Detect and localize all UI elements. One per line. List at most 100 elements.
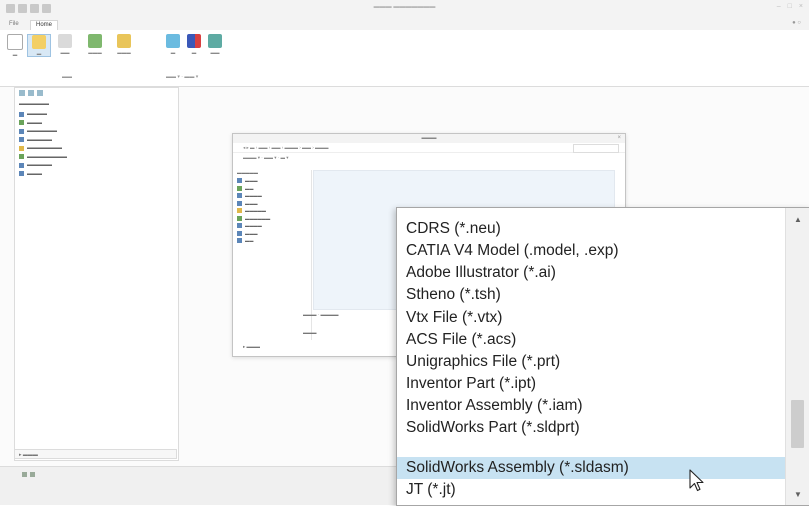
dropdown-scrollbar[interactable]: ▲ ▼ xyxy=(785,208,809,505)
folder-icon xyxy=(237,178,242,184)
file-type-dropdown-list[interactable]: CDRS (*.neu) CATIA V4 Model (.model, .ex… xyxy=(396,207,809,506)
open-folder-icon xyxy=(32,35,46,49)
navigator-panel: ▬▬▬▬▬▬ ▬▬▬▬ ▬▬▬ ▬▬▬▬▬▬ ▬▬▬▬▬ ▬▬▬▬▬▬▬ ▬▬▬… xyxy=(14,87,179,461)
file-type-option[interactable]: CDRS (*.neu) xyxy=(397,218,785,240)
ribbon-tab-bar: File Home ● ○ xyxy=(0,18,809,30)
close-icon[interactable]: × xyxy=(799,3,803,10)
file-type-option[interactable]: Adobe Illustrator (*.ai) xyxy=(397,262,785,284)
folder-icon xyxy=(19,171,24,177)
ribbon-button[interactable]: ▬▬▬ xyxy=(84,34,106,55)
folder-icon xyxy=(237,200,242,206)
file-type-option[interactable]: Vtx File (*.vtx) xyxy=(397,307,785,329)
folder-tree-toggle[interactable]: ▸ ▬▬▬ xyxy=(14,449,177,459)
file-type-option[interactable]: Stheno (*.tsh) xyxy=(397,284,785,306)
window-title: ▬▬▬ ▬▬▬▬▬▬▬ xyxy=(373,4,436,10)
folder-icon xyxy=(19,145,24,151)
erase-not-displayed-icon xyxy=(117,34,131,48)
navigator-tab-icon[interactable] xyxy=(28,90,34,96)
address-bar[interactable]: ◂ ▸ ▬ › ▬▬ › ▬▬ › ▬▬▬ › ▬▬ › ▬▬▬ xyxy=(233,143,625,153)
list-item[interactable]: ▬▬ xyxy=(237,237,311,245)
status-icon[interactable] xyxy=(30,472,35,477)
list-item[interactable]: ▬▬▬▬▬▬ xyxy=(237,215,311,223)
folder-icon xyxy=(19,162,24,168)
list-item[interactable]: ▬▬▬ xyxy=(237,230,311,238)
file-type-option[interactable]: Unigraphics File (*.prt) xyxy=(397,351,785,373)
navigator-tab-icon[interactable] xyxy=(19,90,25,96)
ribbon-button[interactable]: ▬▬ xyxy=(204,34,226,55)
navigator-title: ▬▬▬▬▬▬ xyxy=(19,101,49,107)
file-type-option[interactable]: JT (*.jt) xyxy=(397,479,785,501)
folder-tree-toggle[interactable]: ▸ ▬▬▬ xyxy=(243,344,260,350)
folder-icon xyxy=(237,185,242,191)
list-item[interactable]: ▬▬▬ xyxy=(19,170,67,179)
list-item[interactable]: ▬▬▬▬▬ xyxy=(19,161,67,170)
list-item[interactable]: ▬▬▬▬ xyxy=(237,222,311,230)
folder-icon xyxy=(237,215,242,221)
file-type-option[interactable]: Inventor Assembly (*.iam) xyxy=(397,395,785,417)
tab-home[interactable]: Home xyxy=(30,20,59,30)
model-display-icon xyxy=(166,34,180,48)
status-icon[interactable] xyxy=(22,472,27,477)
folder-icon xyxy=(237,208,242,214)
list-item[interactable]: ▬▬▬▬▬▬ xyxy=(19,127,67,136)
title-bar: ▬▬▬ ▬▬▬▬▬▬▬ – □ × xyxy=(0,0,809,19)
file-type-option[interactable]: SolidWorks Part (*.sldprt) xyxy=(397,417,785,439)
ribbon-button[interactable]: ▬▬▬ xyxy=(113,34,135,55)
folder-icon xyxy=(19,111,24,117)
dialog-navigation-pane: ▬▬▬▬▬ ▬▬▬ ▬▬ ▬▬▬▬ ▬▬▬ ▬▬▬▬▬ ▬▬▬▬▬▬ ▬▬▬▬ … xyxy=(237,170,312,340)
folder-icon xyxy=(19,120,24,126)
file-type-option[interactable]: CATIA V4 Model (.model, .exp) xyxy=(397,240,785,262)
play-trail-file-icon xyxy=(208,34,222,48)
window-controls: – □ × xyxy=(777,3,803,10)
list-item[interactable]: ▬▬▬▬ xyxy=(19,110,67,119)
file-type-option[interactable]: Inventor Part (*.ipt) xyxy=(397,373,785,395)
ribbon-button[interactable]: ▬ xyxy=(27,34,51,57)
ribbon-group-label: ▬▬ xyxy=(62,74,72,80)
file-type-options: CDRS (*.neu) CATIA V4 Model (.model, .ex… xyxy=(397,208,785,505)
list-item[interactable]: ▬▬▬ xyxy=(19,119,67,128)
ribbon-button[interactable]: ▬ xyxy=(4,34,26,57)
ribbon-group-label: ▬▬ ▾ · ▬▬ ▾ xyxy=(166,74,199,80)
tab-file[interactable]: File xyxy=(4,20,24,29)
system-colors-icon xyxy=(187,34,201,48)
select-directory-icon xyxy=(88,34,102,48)
maximize-icon[interactable]: □ xyxy=(788,3,792,10)
ribbon-button[interactable]: ▬▬ xyxy=(54,34,76,55)
file-name-field[interactable]: ▬▬▬ xyxy=(303,330,317,335)
file-name-label: ▬▬▬ · ▬▬▬▬ xyxy=(303,312,339,317)
file-type-option-selected[interactable]: SolidWorks Assembly (*.sldasm) xyxy=(397,457,785,479)
minimize-icon[interactable]: – xyxy=(777,3,781,10)
list-item[interactable]: ▬▬▬ xyxy=(237,200,311,208)
list-item[interactable]: ▬▬▬▬▬▬▬ xyxy=(19,144,67,153)
ribbon-panel: ▬ ▬ ▬▬ ▬▬▬ ▬▬▬ ▬ ▬ ▬▬ ▬▬ ▬▬ ▾ · ▬▬ ▾ xyxy=(0,30,809,87)
search-input[interactable] xyxy=(573,144,619,153)
navigator-toolbar xyxy=(19,90,43,96)
close-icon[interactable]: × xyxy=(617,134,621,143)
list-item[interactable]: ▬▬▬▬▬ xyxy=(19,136,67,145)
list-item[interactable]: ▬▬▬ xyxy=(237,177,311,185)
scroll-up-arrow-icon[interactable]: ▲ xyxy=(786,210,809,230)
navigator-tab-icon[interactable] xyxy=(37,90,43,96)
ribbon-button[interactable]: ▬ xyxy=(183,34,205,55)
scroll-down-arrow-icon[interactable]: ▼ xyxy=(786,485,809,505)
folder-icon xyxy=(237,193,242,199)
folder-icon xyxy=(237,238,242,244)
dialog-title-bar: ▬▬▬ × xyxy=(233,134,625,143)
application-window: ▬▬▬ ▬▬▬▬▬▬▬ – □ × File Home ● ○ ▬ ▬ ▬▬ ▬… xyxy=(0,0,809,506)
folder-icon xyxy=(237,223,242,229)
scrollbar-thumb[interactable] xyxy=(791,400,804,448)
folder-icon xyxy=(237,230,242,236)
folder-icon xyxy=(19,128,24,134)
dialog-command-bar: ▬▬▬ ▾ · ▬▬ ▾ · ▬ ▾ xyxy=(243,155,289,160)
folder-icon xyxy=(19,154,24,160)
folder-list: ▬▬▬▬ ▬▬▬ ▬▬▬▬▬▬ ▬▬▬▬▬ ▬▬▬▬▬▬▬ ▬▬▬▬▬▬▬▬ ▬… xyxy=(19,110,67,178)
help-icon[interactable]: ● ○ xyxy=(792,20,801,26)
list-item[interactable]: ▬▬▬▬▬ xyxy=(237,207,311,215)
folder-icon xyxy=(19,137,24,143)
list-item[interactable]: ▬▬▬▬▬▬▬▬ xyxy=(19,153,67,162)
mouse-pointer-icon xyxy=(689,469,704,492)
list-item[interactable]: ▬▬▬▬ xyxy=(237,192,311,200)
file-type-option[interactable]: ACS File (*.acs) xyxy=(397,329,785,351)
list-item[interactable]: ▬▬ xyxy=(237,185,311,193)
ribbon-button[interactable]: ▬ xyxy=(162,34,184,55)
